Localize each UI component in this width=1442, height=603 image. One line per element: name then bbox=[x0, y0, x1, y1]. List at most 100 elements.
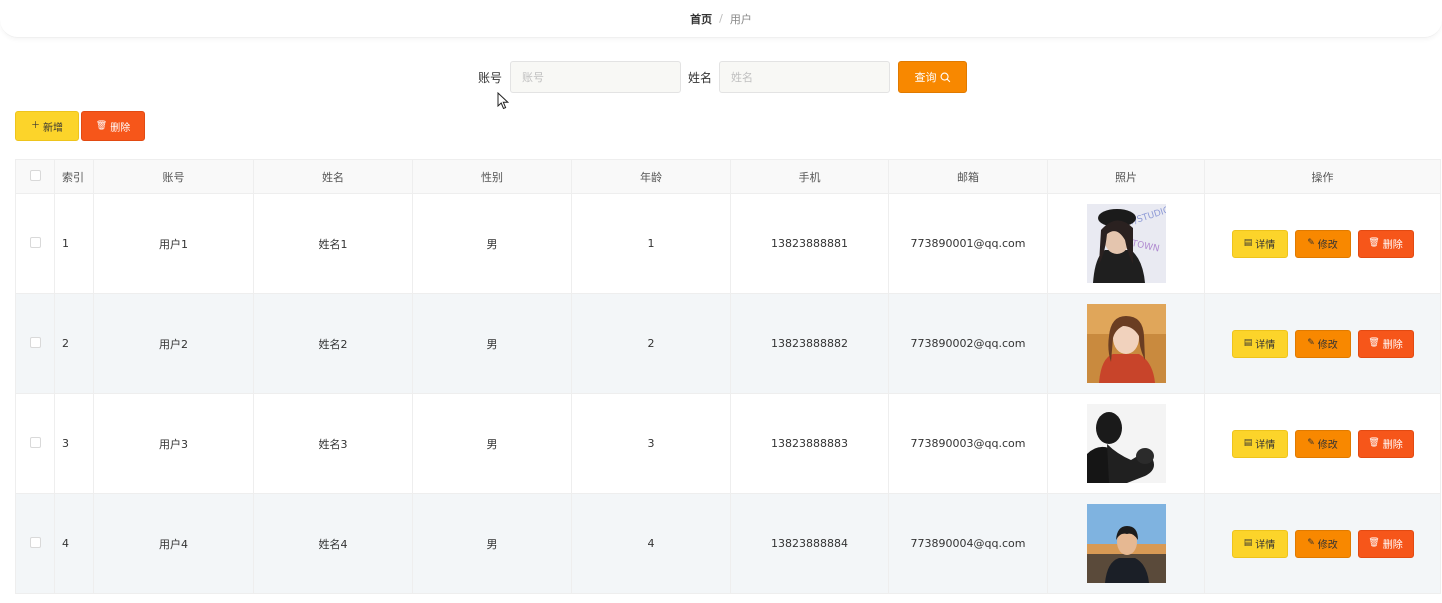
edit-button-label: 修改 bbox=[1317, 240, 1338, 251]
name-search-input[interactable] bbox=[719, 61, 890, 93]
detail-button[interactable]: ▤ 详情 bbox=[1231, 329, 1288, 358]
document-icon: ▤ bbox=[1243, 238, 1253, 248]
user-photo[interactable]: ENT/STUDIO TOWN bbox=[1086, 204, 1166, 283]
delete-button[interactable]: 🗑 删除 bbox=[1357, 429, 1414, 458]
edit-button[interactable]: ✎ 修改 bbox=[1294, 329, 1351, 358]
delete-button-label: 删除 bbox=[1382, 340, 1403, 351]
search-bar: 账号 姓名 查询 bbox=[0, 61, 1442, 93]
edit-button[interactable]: ✎ 修改 bbox=[1294, 429, 1351, 458]
detail-button-label: 详情 bbox=[1255, 240, 1276, 251]
cell-actions: ▤ 详情 ✎ 修改 🗑 删除 bbox=[1204, 193, 1441, 294]
add-button-label: 新增 bbox=[43, 122, 63, 134]
trash-icon: 🗑 bbox=[1368, 238, 1380, 248]
trash-icon: 🗑 bbox=[95, 120, 108, 131]
header-phone: 手机 bbox=[730, 159, 889, 194]
detail-button-label: 详情 bbox=[1255, 540, 1276, 551]
cell-phone: 13823888882 bbox=[730, 293, 889, 394]
plus-icon: ＋ bbox=[30, 120, 40, 131]
batch-delete-button[interactable]: 🗑 删除 bbox=[81, 111, 145, 141]
cell-photo: ENT/STUDIO TOWN bbox=[1047, 193, 1205, 294]
document-icon: ▤ bbox=[1243, 438, 1253, 448]
cell-email: 773890003@qq.com bbox=[888, 393, 1048, 494]
row-select-cell[interactable] bbox=[15, 293, 55, 394]
cell-photo bbox=[1047, 493, 1205, 594]
edit-button[interactable]: ✎ 修改 bbox=[1294, 229, 1351, 258]
user-table: 索引 账号 姓名 性别 年龄 手机 邮箱 照片 操作 1 用户1 姓名1 男 1… bbox=[15, 159, 1441, 594]
document-icon: ▤ bbox=[1243, 538, 1253, 548]
cell-photo bbox=[1047, 393, 1205, 494]
cell-actions: ▤ 详情 ✎ 修改 🗑 删除 bbox=[1204, 293, 1441, 394]
cell-email: 773890002@qq.com bbox=[888, 293, 1048, 394]
row-select-cell[interactable] bbox=[15, 193, 55, 294]
header-email: 邮箱 bbox=[888, 159, 1048, 194]
row-checkbox[interactable] bbox=[29, 236, 41, 248]
detail-button[interactable]: ▤ 详情 bbox=[1231, 529, 1288, 558]
user-photo[interactable] bbox=[1086, 304, 1166, 383]
header-actions: 操作 bbox=[1204, 159, 1441, 194]
batch-delete-label: 删除 bbox=[110, 122, 131, 134]
edit-button-label: 修改 bbox=[1317, 540, 1338, 551]
edit-button-label: 修改 bbox=[1317, 340, 1338, 351]
row-checkbox[interactable] bbox=[29, 336, 41, 348]
edit-button[interactable]: ✎ 修改 bbox=[1294, 529, 1351, 558]
delete-button[interactable]: 🗑 删除 bbox=[1357, 229, 1414, 258]
cell-index: 4 bbox=[54, 493, 94, 594]
detail-button-label: 详情 bbox=[1255, 340, 1276, 351]
cell-name: 姓名4 bbox=[253, 493, 413, 594]
edit-icon: ✎ bbox=[1307, 338, 1315, 348]
cell-age: 4 bbox=[571, 493, 731, 594]
query-button[interactable]: 查询 bbox=[898, 61, 967, 93]
cell-name: 姓名3 bbox=[253, 393, 413, 494]
breadcrumb-separator: / bbox=[719, 12, 723, 25]
row-checkbox[interactable] bbox=[29, 536, 41, 548]
select-all-checkbox[interactable] bbox=[29, 169, 41, 181]
delete-button-label: 删除 bbox=[1382, 440, 1403, 451]
cell-actions: ▤ 详情 ✎ 修改 🗑 删除 bbox=[1204, 393, 1441, 494]
user-photo[interactable] bbox=[1086, 504, 1166, 583]
breadcrumb-home[interactable]: 首页 bbox=[690, 11, 712, 27]
row-select-cell[interactable] bbox=[15, 393, 55, 494]
breadcrumb-current: 用户 bbox=[729, 12, 752, 26]
breadcrumb: 首页 / 用户 bbox=[0, 0, 1442, 38]
cell-actions: ▤ 详情 ✎ 修改 🗑 删除 bbox=[1204, 493, 1441, 594]
row-checkbox[interactable] bbox=[29, 436, 41, 448]
cell-account: 用户1 bbox=[93, 193, 254, 294]
detail-button[interactable]: ▤ 详情 bbox=[1231, 229, 1288, 258]
row-select-cell[interactable] bbox=[15, 493, 55, 594]
cell-email: 773890004@qq.com bbox=[888, 493, 1048, 594]
header-photo: 照片 bbox=[1047, 159, 1205, 194]
cell-age: 3 bbox=[571, 393, 731, 494]
cell-gender: 男 bbox=[412, 193, 572, 294]
cell-phone: 13823888883 bbox=[730, 393, 889, 494]
cell-email: 773890001@qq.com bbox=[888, 193, 1048, 294]
search-icon bbox=[940, 72, 950, 82]
select-all-cell[interactable] bbox=[15, 159, 55, 194]
cell-gender: 男 bbox=[412, 293, 572, 394]
header-index: 索引 bbox=[54, 159, 94, 194]
table-row: 3 用户3 姓名3 男 3 13823888883 773890003@qq.c… bbox=[15, 393, 1441, 494]
cell-index: 1 bbox=[54, 193, 94, 294]
edit-icon: ✎ bbox=[1307, 438, 1315, 448]
cell-gender: 男 bbox=[412, 393, 572, 494]
detail-button[interactable]: ▤ 详情 bbox=[1231, 429, 1288, 458]
cell-index: 3 bbox=[54, 393, 94, 494]
add-button[interactable]: ＋ 新增 bbox=[15, 111, 79, 141]
cell-name: 姓名1 bbox=[253, 193, 413, 294]
delete-button-label: 删除 bbox=[1382, 240, 1403, 251]
header-account: 账号 bbox=[93, 159, 254, 194]
trash-icon: 🗑 bbox=[1368, 338, 1380, 348]
header-gender: 性别 bbox=[412, 159, 572, 194]
delete-button-label: 删除 bbox=[1382, 540, 1403, 551]
cell-age: 2 bbox=[571, 293, 731, 394]
header-name: 姓名 bbox=[253, 159, 413, 194]
detail-button-label: 详情 bbox=[1255, 440, 1276, 451]
trash-icon: 🗑 bbox=[1368, 438, 1380, 448]
table-header-row: 索引 账号 姓名 性别 年龄 手机 邮箱 照片 操作 bbox=[15, 159, 1441, 194]
delete-button[interactable]: 🗑 删除 bbox=[1357, 329, 1414, 358]
account-search-input[interactable] bbox=[510, 61, 681, 93]
table-row: 4 用户4 姓名4 男 4 13823888884 773890004@qq.c… bbox=[15, 493, 1441, 594]
query-button-label: 查询 bbox=[914, 71, 937, 84]
delete-button[interactable]: 🗑 删除 bbox=[1357, 529, 1414, 558]
user-photo[interactable] bbox=[1086, 404, 1166, 483]
mouse-cursor-icon bbox=[497, 92, 509, 110]
